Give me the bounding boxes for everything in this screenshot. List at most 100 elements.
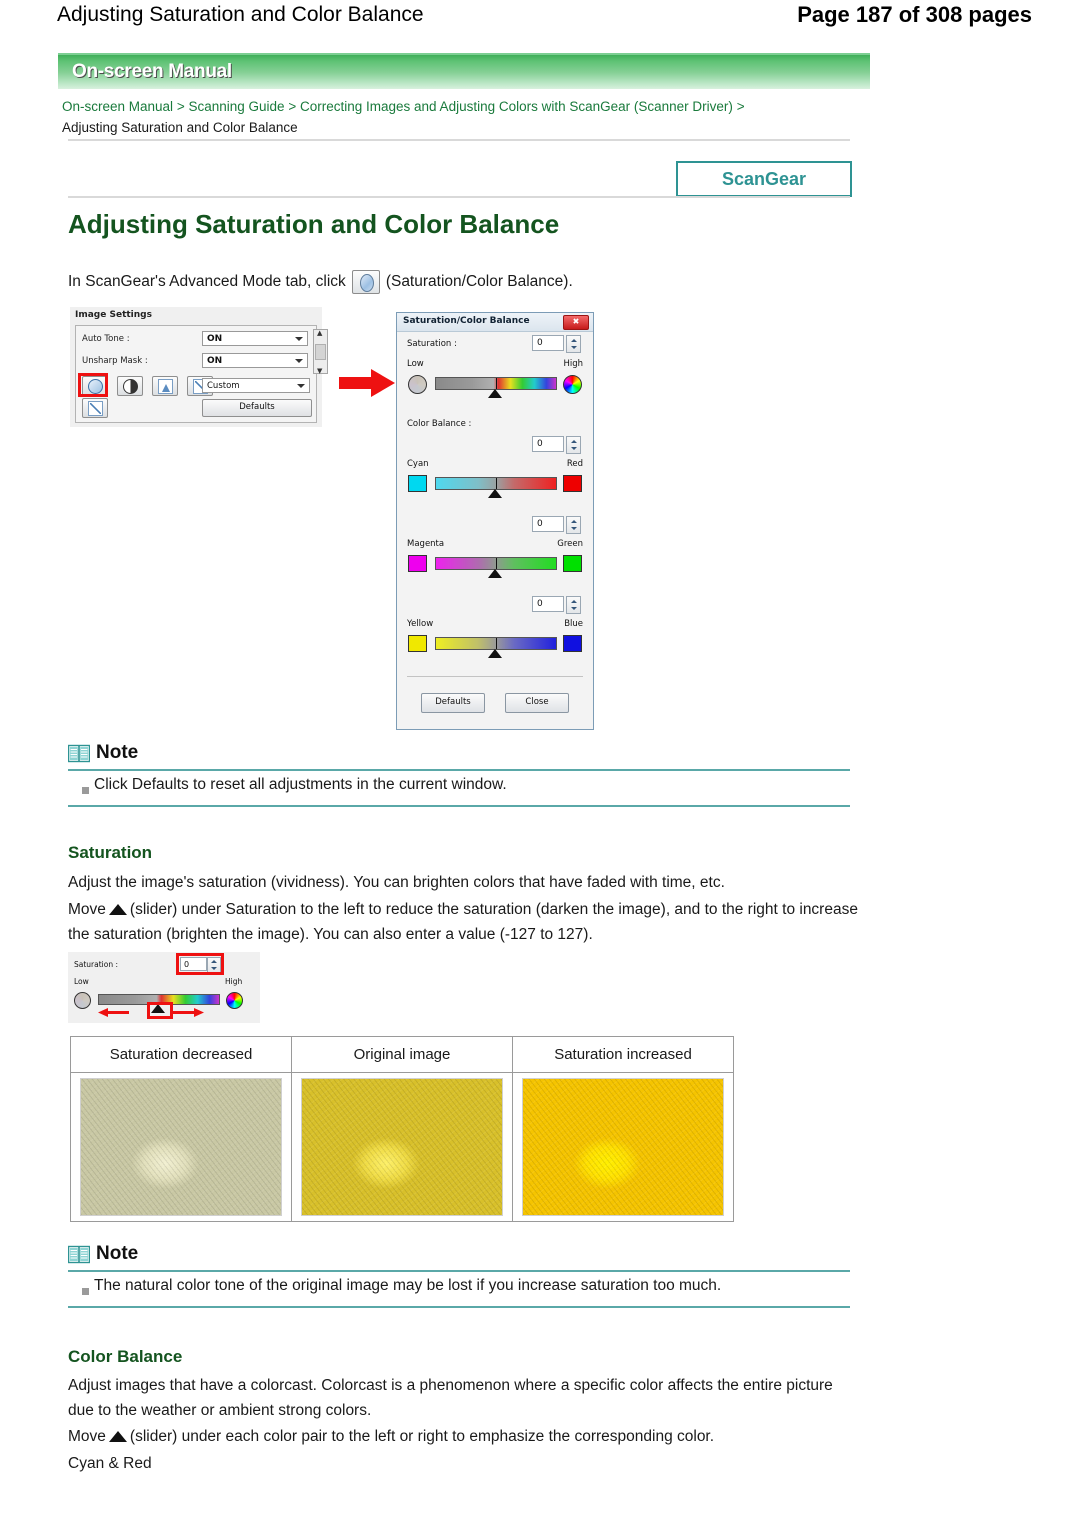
magenta-green-stepper[interactable]	[566, 516, 581, 534]
saturation-paragraph-2-prefix: Move	[68, 901, 106, 918]
saturation-stepper[interactable]	[566, 335, 581, 353]
breadcrumb: On-screen Manual > Scanning Guide > Corr…	[62, 97, 882, 137]
auto-tone-select[interactable]: ON	[202, 331, 308, 346]
cyan-label: Cyan	[407, 459, 429, 469]
flower-image-original	[301, 1078, 503, 1216]
color-balance-paragraph-2: Move (slider) under each color pair to th…	[68, 1424, 858, 1449]
figure-highlight-value	[176, 953, 224, 975]
breadcrumb-item-0[interactable]: On-screen Manual	[62, 99, 173, 114]
color-balance-subheading: Cyan & Red	[68, 1455, 152, 1472]
title-divider	[68, 196, 850, 198]
note-rule-bottom	[68, 805, 850, 807]
saturation-paragraph-1: Adjust the image's saturation (vividness…	[68, 874, 725, 891]
section-heading-saturation: Saturation	[68, 843, 153, 862]
section-heading-color-balance: Color Balance	[68, 1347, 183, 1366]
table-header-original: Original image	[291, 1036, 513, 1073]
book-icon	[67, 1245, 91, 1264]
saturation-paragraph-2: Move (slider) under Saturation to the lef…	[68, 897, 858, 947]
table-cell-image-increased	[512, 1072, 734, 1222]
scroll-down-icon[interactable]: ▼	[317, 367, 322, 375]
slider-triangle-icon	[108, 1431, 127, 1442]
magenta-green-value-input[interactable]: 0	[532, 516, 564, 532]
cyan-red-value-input[interactable]: 0	[532, 436, 564, 452]
dialog-defaults-button[interactable]: Defaults	[421, 693, 485, 713]
saturation-color-balance-icon[interactable]	[351, 270, 380, 294]
yellow-blue-slider-thumb[interactable]	[488, 649, 502, 658]
breadcrumb-separator: >	[736, 99, 745, 114]
note-heading: Note	[96, 1243, 139, 1264]
color-balance-paragraph-2-body: (slider) under each color pair to the le…	[129, 1428, 715, 1445]
note-rule-top	[68, 1270, 850, 1272]
page-indicator: Page 187 of 308 pages	[797, 2, 1032, 27]
figure-highlight-thumb	[147, 1002, 173, 1019]
image-settings-title: Image Settings	[75, 310, 152, 320]
chevron-down-icon	[297, 384, 305, 388]
cyan-swatch-icon	[408, 475, 427, 492]
note-text: The natural color tone of the original i…	[94, 1277, 722, 1294]
red-arrow-annotation	[339, 368, 397, 398]
figure-color-wheel-high-icon	[226, 992, 243, 1009]
saturation-value-input[interactable]: 0	[532, 335, 564, 351]
preset-select[interactable]: Custom	[202, 378, 310, 393]
red-swatch-icon	[563, 475, 582, 492]
breadcrumb-item-1[interactable]: Scanning Guide	[188, 99, 284, 114]
color-balance-paragraph-2-prefix: Move	[68, 1428, 106, 1445]
final-review-icon[interactable]	[82, 398, 108, 418]
color-wheel-low-icon	[408, 375, 427, 394]
table-row-images	[70, 1072, 734, 1222]
saturation-label: Saturation :	[407, 339, 457, 349]
scangear-badge: ScanGear	[676, 161, 852, 197]
close-icon[interactable]: ✖	[563, 315, 589, 330]
color-wheel-high-icon	[563, 375, 582, 394]
green-label: Green	[557, 539, 583, 549]
chevron-down-icon	[295, 359, 303, 363]
dialog-close-button[interactable]: Close	[505, 693, 569, 713]
auto-tone-value: ON	[207, 334, 223, 344]
saturation-comparison-table: Saturation decreased Original image Satu…	[70, 1036, 734, 1222]
saturation-color-balance-dialog: Saturation/Color Balance ✖ Saturation : …	[396, 312, 594, 730]
note-rule-bottom	[68, 1306, 850, 1308]
scrollbar-thumb[interactable]	[315, 344, 326, 360]
breadcrumb-item-2[interactable]: Correcting Images and Adjusting Colors w…	[300, 99, 733, 114]
image-settings-defaults-button[interactable]: Defaults	[202, 399, 312, 417]
document-title: Adjusting Saturation and Color Balance	[57, 3, 424, 26]
flower-image-saturation-increased	[522, 1078, 724, 1216]
yellow-blue-value-input[interactable]: 0	[532, 596, 564, 612]
magenta-label: Magenta	[407, 539, 445, 549]
note-text: Click Defaults to reset all adjustments …	[94, 776, 507, 793]
breadcrumb-divider	[68, 139, 850, 141]
color-balance-paragraph-1: Adjust images that have a colorcast. Col…	[68, 1377, 833, 1419]
slider-triangle-icon	[108, 904, 127, 915]
saturation-slider-thumb[interactable]	[488, 389, 502, 398]
note-bullet-icon	[82, 787, 89, 794]
table-cell-image-decreased	[70, 1072, 292, 1222]
yellow-blue-stepper[interactable]	[566, 596, 581, 614]
dialog-divider	[407, 676, 583, 677]
brightness-contrast-icon[interactable]	[117, 376, 144, 396]
page-header: Adjusting Saturation and Color Balance P…	[0, 0, 1080, 44]
intro-instruction: In ScanGear's Advanced Mode tab, click (…	[68, 270, 868, 294]
cyan-red-stepper[interactable]	[566, 436, 581, 454]
magenta-green-slider-thumb[interactable]	[488, 569, 502, 578]
breadcrumb-separator: >	[288, 99, 297, 114]
dialog-titlebar: Saturation/Color Balance ✖	[397, 313, 593, 332]
highlight-annotation	[78, 373, 108, 397]
note-bullet-icon	[82, 1288, 89, 1295]
unsharp-mask-value: ON	[207, 356, 223, 366]
image-settings-scrollbar[interactable]: ▲ ▼	[313, 329, 328, 375]
blue-swatch-icon	[563, 635, 582, 652]
page-title: Adjusting Saturation and Color Balance	[68, 209, 560, 239]
cyan-red-slider-thumb[interactable]	[488, 489, 502, 498]
histogram-icon[interactable]	[152, 376, 179, 396]
scroll-up-icon[interactable]: ▲	[317, 329, 322, 337]
preset-value: Custom	[207, 381, 240, 391]
saturation-paragraph-2-body: (slider) under Saturation to the left to…	[68, 901, 858, 943]
image-settings-box: Auto Tone : ON Unsharp Mask : ON ▲ ▼ Cus…	[75, 325, 328, 423]
unsharp-mask-select[interactable]: ON	[202, 353, 308, 368]
blue-label: Blue	[564, 619, 583, 629]
note-rule-top	[68, 769, 850, 771]
table-row-headers: Saturation decreased Original image Satu…	[70, 1036, 734, 1073]
table-header-decreased: Saturation decreased	[70, 1036, 292, 1073]
note-block-1: Note Click Defaults to reset all adjustm…	[67, 742, 850, 807]
unsharp-mask-label: Unsharp Mask :	[82, 356, 148, 366]
